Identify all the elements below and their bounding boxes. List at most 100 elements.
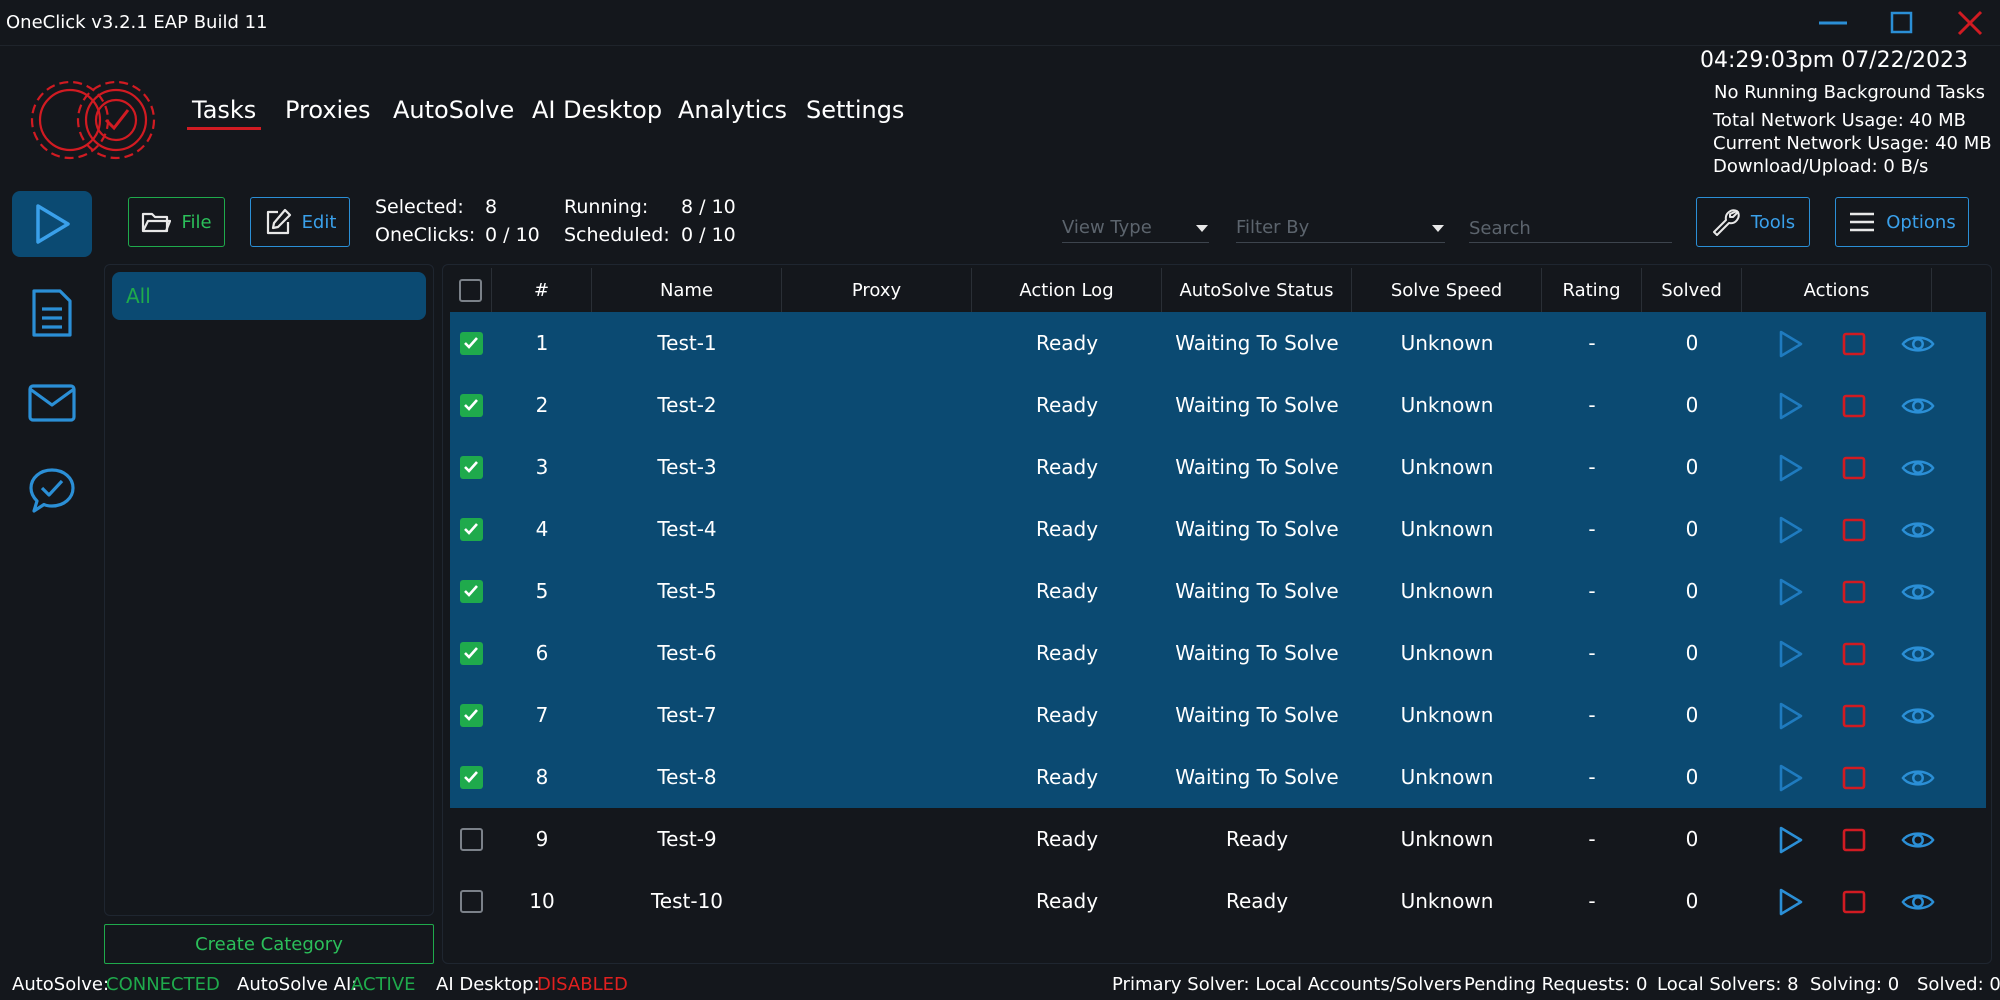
row-checkbox[interactable]	[459, 579, 483, 603]
view-type-dropdown[interactable]: View Type	[1062, 205, 1209, 243]
table-row[interactable]: 7 Test-7 Ready Waiting To Solve Unknown - 0	[450, 684, 1986, 746]
sidebar-item-tasks[interactable]	[12, 191, 92, 257]
close-button[interactable]	[1942, 4, 1998, 42]
row-checkbox[interactable]	[459, 889, 483, 913]
view-task-button[interactable]	[1901, 451, 1935, 485]
search-input[interactable]	[1469, 207, 1672, 243]
tools-button[interactable]: Tools	[1696, 197, 1810, 247]
app-title: OneClick v3.2.1 EAP Build 11	[6, 12, 268, 33]
sidebar-item-messages[interactable]	[12, 370, 92, 436]
sidebar-item-documents[interactable]	[12, 280, 92, 346]
start-task-button[interactable]	[1773, 699, 1807, 733]
tab-proxies[interactable]: Proxies	[285, 96, 370, 124]
table-row[interactable]: 2 Test-2 Ready Waiting To Solve Unknown - 0	[450, 374, 1986, 436]
start-task-button[interactable]	[1773, 823, 1807, 857]
filter-by-dropdown[interactable]: Filter By	[1236, 205, 1445, 243]
cell-solve-speed: Unknown	[1400, 827, 1494, 851]
cell-rating: -	[1588, 703, 1596, 727]
row-checkbox[interactable]	[459, 517, 483, 541]
edit-button[interactable]: Edit	[250, 197, 350, 247]
sidebar-item-chat[interactable]	[12, 458, 92, 524]
start-task-button[interactable]	[1773, 761, 1807, 795]
maximize-button[interactable]	[1874, 4, 1930, 42]
table-row[interactable]: 9 Test-9 Ready Ready Unknown - 0	[450, 808, 1986, 870]
eye-icon	[1901, 460, 1935, 476]
tab-analytics[interactable]: Analytics	[678, 96, 787, 124]
view-task-button[interactable]	[1901, 823, 1935, 857]
stop-task-button[interactable]	[1837, 885, 1871, 919]
header-proxy[interactable]: Proxy	[782, 268, 972, 312]
view-type-placeholder: View Type	[1062, 217, 1152, 238]
cell-solve-speed: Unknown	[1400, 641, 1494, 665]
row-checkbox[interactable]	[459, 331, 483, 355]
cell-autosolve-status: Waiting To Solve	[1175, 765, 1339, 789]
cell-action-log: Ready	[1035, 641, 1099, 665]
start-task-button[interactable]	[1773, 513, 1807, 547]
oneclick-logo	[28, 64, 160, 186]
view-task-button[interactable]	[1901, 389, 1935, 423]
category-item-all[interactable]: All	[112, 272, 426, 320]
stop-task-button[interactable]	[1837, 327, 1871, 361]
stop-task-button[interactable]	[1837, 637, 1871, 671]
row-checkbox[interactable]	[459, 765, 483, 789]
view-task-button[interactable]	[1901, 327, 1935, 361]
header-rating[interactable]: Rating	[1542, 268, 1642, 312]
stop-task-button[interactable]	[1837, 451, 1871, 485]
cell-solved: 0	[1685, 455, 1699, 479]
table-row[interactable]: 10 Test-10 Ready Ready Unknown - 0	[450, 870, 1986, 932]
stop-task-button[interactable]	[1837, 761, 1871, 795]
table-row[interactable]: 5 Test-5 Ready Waiting To Solve Unknown - 0	[450, 560, 1986, 622]
file-button[interactable]: File	[128, 197, 225, 247]
view-task-button[interactable]	[1901, 699, 1935, 733]
stop-task-button[interactable]	[1837, 575, 1871, 609]
create-category-button[interactable]: Create Category	[104, 924, 434, 964]
stop-task-button[interactable]	[1837, 699, 1871, 733]
table-row[interactable]: 3 Test-3 Ready Waiting To Solve Unknown - 0	[450, 436, 1986, 498]
table-row[interactable]: 8 Test-8 Ready Waiting To Solve Unknown - 0	[450, 746, 1986, 808]
start-task-button[interactable]	[1773, 575, 1807, 609]
view-task-button[interactable]	[1901, 885, 1935, 919]
row-checkbox[interactable]	[459, 641, 483, 665]
row-checkbox[interactable]	[459, 455, 483, 479]
row-checkbox[interactable]	[459, 703, 483, 727]
tab-autosolve[interactable]: AutoSolve	[393, 96, 514, 124]
options-button[interactable]: Options	[1835, 197, 1969, 247]
start-task-button[interactable]	[1773, 637, 1807, 671]
edit-button-label: Edit	[301, 211, 337, 233]
view-task-button[interactable]	[1901, 575, 1935, 609]
table-row[interactable]: 1 Test-1 Ready Waiting To Solve Unknown - 0	[450, 312, 1986, 374]
header-solve-speed[interactable]: Solve Speed	[1352, 268, 1542, 312]
table-row[interactable]: 6 Test-6 Ready Waiting To Solve Unknown - 0	[450, 622, 1986, 684]
minimize-button[interactable]	[1805, 4, 1861, 42]
view-task-button[interactable]	[1901, 513, 1935, 547]
table-row[interactable]: 4 Test-4 Ready Waiting To Solve Unknown - 0	[450, 498, 1986, 560]
background-tasks-status: No Running Background Tasks	[1714, 82, 1986, 103]
header-autosolve-status[interactable]: AutoSolve Status	[1162, 268, 1352, 312]
header-actions: Actions	[1742, 268, 1932, 312]
start-task-button[interactable]	[1773, 885, 1807, 919]
checkmark-icon	[464, 523, 478, 535]
tab-tasks[interactable]: Tasks	[192, 96, 256, 124]
row-checkbox[interactable]	[459, 393, 483, 417]
stop-task-button[interactable]	[1837, 513, 1871, 547]
stop-task-button[interactable]	[1837, 389, 1871, 423]
row-checkbox[interactable]	[459, 827, 483, 851]
tab-ai-desktop[interactable]: AI Desktop	[532, 96, 662, 124]
start-task-button[interactable]	[1773, 389, 1807, 423]
cell-checkbox	[450, 436, 492, 498]
start-task-button[interactable]	[1773, 327, 1807, 361]
header-action-log[interactable]: Action Log	[972, 268, 1162, 312]
cell-proxy	[782, 560, 972, 622]
tab-settings[interactable]: Settings	[806, 96, 904, 124]
play-icon	[1779, 702, 1803, 730]
header-name[interactable]: Name	[592, 268, 782, 312]
header-solved[interactable]: Solved	[1642, 268, 1742, 312]
start-task-button[interactable]	[1773, 451, 1807, 485]
view-task-button[interactable]	[1901, 637, 1935, 671]
cell-rating: -	[1588, 827, 1596, 851]
stop-task-button[interactable]	[1837, 823, 1871, 857]
header-number[interactable]: #	[492, 268, 592, 312]
checkmark-icon	[464, 337, 478, 349]
select-all-checkbox[interactable]	[459, 278, 482, 302]
view-task-button[interactable]	[1901, 761, 1935, 795]
